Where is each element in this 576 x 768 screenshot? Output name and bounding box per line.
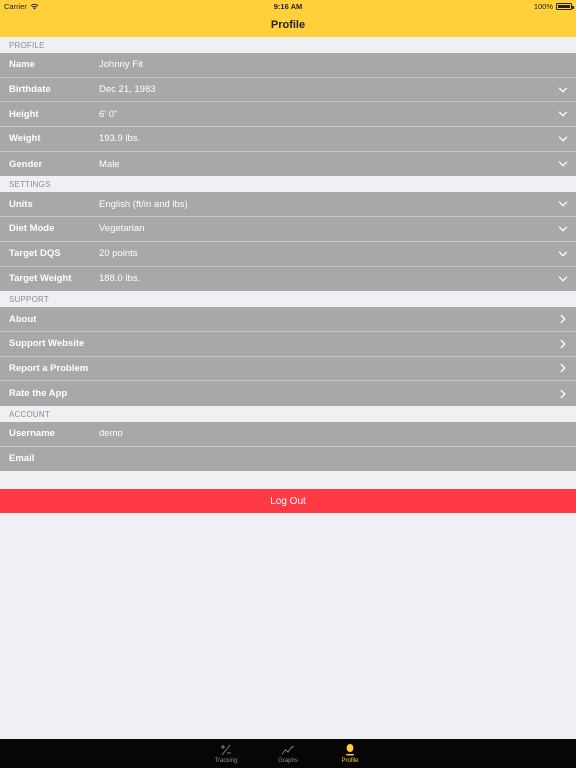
chevron-down-icon <box>558 87 568 92</box>
row-value-units: English (ft/in and lbs) <box>99 198 188 210</box>
row-name[interactable]: Name Johnny Fit <box>0 53 576 78</box>
status-bar: Carrier 9:16 AM 100% <box>0 0 576 12</box>
row-about[interactable]: About <box>0 307 576 332</box>
chevron-right-icon <box>560 314 566 324</box>
row-label-support-website: Support Website <box>9 338 85 350</box>
row-weight[interactable]: Weight 193.9 lbs. <box>0 127 576 152</box>
row-target-weight[interactable]: Target Weight 188.0 lbs. <box>0 266 576 292</box>
log-out-button[interactable]: Log Out <box>0 489 576 514</box>
section-support: About Support Website Report a Problem Rate… <box>0 307 576 406</box>
row-label-rate-the-app: Rate the App <box>9 388 68 400</box>
section-header-support: SUPPORT <box>0 291 576 308</box>
tab-label-graphs: Graphs <box>278 758 298 764</box>
tab-label-tracking: Tracking <box>214 758 238 764</box>
person-icon <box>343 743 357 757</box>
row-label-about: About <box>9 313 37 325</box>
chevron-down-icon <box>558 226 568 232</box>
row-label-report-a-problem: Report a Problem <box>9 362 89 374</box>
chevron-down-icon <box>558 201 568 207</box>
chevron-right-icon <box>560 339 566 348</box>
row-label-units: Units <box>9 198 33 210</box>
tab-bar: Tracking Graphs Profile <box>0 739 576 768</box>
row-label-name: Name <box>9 59 35 71</box>
battery-icon <box>556 3 574 10</box>
plus-minus-icon <box>219 743 233 757</box>
row-label-birthdate: Birthdate <box>9 84 51 96</box>
row-label-weight: Weight <box>9 133 41 145</box>
row-value-target-weight: 188.0 lbs. <box>99 273 141 285</box>
row-report-a-problem[interactable]: Report a Problem <box>0 356 576 382</box>
row-diet-mode[interactable]: Diet Mode Vegetarian <box>0 217 576 242</box>
section-settings: Units English (ft/in and lbs) Diet Mode Veg… <box>0 192 576 292</box>
row-value-weight: 193.9 lbs. <box>99 133 141 145</box>
battery-info: 100% <box>533 2 574 11</box>
row-units[interactable]: Units English (ft/in and lbs) <box>0 192 576 218</box>
navigation-bar: Profile <box>0 12 576 37</box>
row-label-height: Height <box>9 108 39 120</box>
row-target-dqs[interactable]: Target DQS 20 points <box>0 241 576 267</box>
row-value-birthdate: Dec 21, 1983 <box>99 84 156 96</box>
chevron-down-icon <box>558 251 568 257</box>
row-gender[interactable]: Gender Male <box>0 151 576 177</box>
tab-label-profile: Profile <box>341 758 359 764</box>
row-height[interactable]: Height 6' 0" <box>0 102 576 128</box>
section-profile: Name Johnny Fit Birthdate Dec 21, 1983 Heigh… <box>0 53 576 177</box>
section-header-settings: SETTINGS <box>0 176 576 193</box>
row-value-height: 6' 0" <box>99 108 118 120</box>
row-value-gender: Male <box>99 158 120 170</box>
tab-graphs[interactable]: Graphs <box>268 739 308 768</box>
status-time: 9:16 AM <box>273 2 303 11</box>
row-label-target-weight: Target Weight <box>9 273 72 285</box>
chevron-down-icon <box>558 111 568 117</box>
chevron-right-icon <box>560 364 566 373</box>
row-rate-the-app[interactable]: Rate the App <box>0 381 576 406</box>
section-account: Username demo Email <box>0 421 576 472</box>
line-graph-icon <box>281 743 295 757</box>
row-support-website[interactable]: Support Website <box>0 331 576 357</box>
row-value-username: demo <box>99 428 123 440</box>
section-header-profile: PROFILE <box>0 37 576 53</box>
row-username: Username demo <box>0 421 576 447</box>
chevron-right-icon <box>560 389 566 398</box>
row-value-target-dqs: 20 points <box>99 248 138 260</box>
tab-tracking[interactable]: Tracking <box>206 739 246 768</box>
page-title: Profile <box>270 18 306 31</box>
row-value-diet-mode: Vegetarian <box>99 223 145 235</box>
settings-list: PROFILE Name Johnny Fit Birthdate Dec 21, 19… <box>0 37 576 514</box>
row-label-email: Email <box>9 453 35 465</box>
row-email[interactable]: Email <box>0 446 576 472</box>
chevron-down-icon <box>558 136 568 142</box>
row-value-name: Johnny Fit <box>99 59 143 71</box>
row-label-username: Username <box>9 428 55 440</box>
row-label-gender: Gender <box>9 158 43 170</box>
tab-profile[interactable]: Profile <box>330 739 370 768</box>
row-label-diet-mode: Diet Mode <box>9 223 55 235</box>
section-header-account: ACCOUNT <box>0 405 576 422</box>
chevron-down-icon <box>558 161 568 167</box>
row-label-target-dqs: Target DQS <box>9 248 61 260</box>
chevron-down-icon <box>558 276 568 282</box>
battery-percent: 100% <box>533 2 553 11</box>
row-birthdate[interactable]: Birthdate Dec 21, 1983 <box>0 77 576 103</box>
